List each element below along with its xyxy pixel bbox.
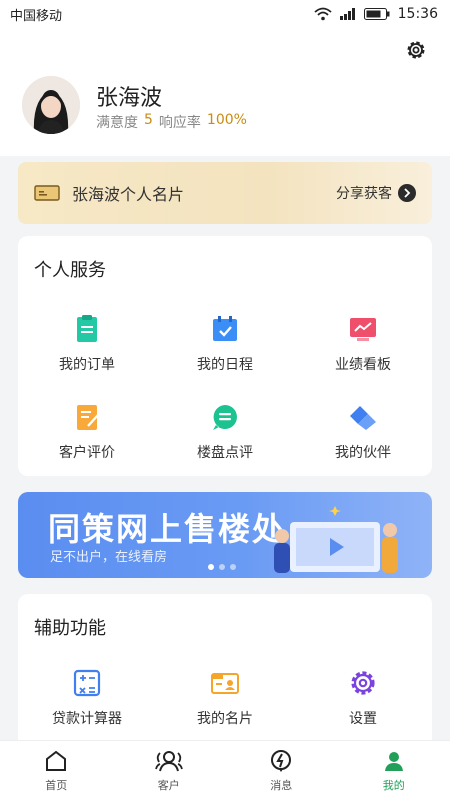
gear-icon[interactable] [404,38,428,62]
tools-panel: 辅助功能 贷款计算器 我的名片 设置 [18,594,432,754]
clock: 15:36 [397,6,438,22]
banner-subtitle: 足不出户，在线看房 [50,550,168,565]
service-label: 客户评价 [59,445,115,461]
tab-home[interactable]: 首页 [0,741,113,800]
tool-label: 我的名片 [197,711,253,727]
carousel-dot[interactable] [230,564,236,570]
calendar-icon [213,316,237,341]
share-label: 分享获客 [336,186,392,202]
service-my-orders[interactable]: 我的订单 [18,304,156,392]
chevron-right-icon[interactable] [398,184,416,202]
handshake-icon [350,406,376,430]
service-label: 我的伙伴 [335,445,391,461]
message-icon [271,749,292,772]
carousel-dot[interactable] [219,564,225,570]
status-bar: 中国移动 15:36 [0,0,450,28]
signal-icon [339,8,355,20]
tools-title: 辅助功能 [34,618,106,639]
service-customer-reviews[interactable]: 客户评价 [18,392,156,480]
carrier-label: 中国移动 [10,8,63,24]
home-icon [46,750,67,771]
tab-mine[interactable]: 我的 [338,741,450,800]
tab-label: 我的 [382,778,405,792]
service-label: 我的订单 [59,357,115,373]
banner-illustration [274,506,398,573]
tool-loan-calculator[interactable]: 贷款计算器 [18,658,156,746]
satisfaction-value: 5 [144,112,153,128]
tool-settings[interactable]: 设置 [294,658,432,746]
settings-icon [351,671,375,695]
service-my-schedule[interactable]: 我的日程 [156,304,294,392]
tool-my-card[interactable]: 我的名片 [156,658,294,746]
bottom-tab-bar: 首页 客户 消息 我的 [0,740,450,800]
status-icons: 15:36 [314,6,438,22]
services-panel: 个人服务 我的订单 我的日程 业绩看板 客户评价 楼盘点评 我的伙伴 [18,236,432,476]
profile-icon [384,751,403,771]
avatar[interactable] [22,76,80,134]
id-card-icon [211,673,239,694]
tab-label: 消息 [270,778,293,792]
tab-messages[interactable]: 消息 [225,741,338,800]
customers-icon [154,750,183,771]
business-card-banner[interactable]: 张海波个人名片 分享获客 [18,162,432,224]
services-title: 个人服务 [34,260,106,281]
carousel-dots [208,564,236,570]
comment-icon [213,405,237,430]
order-icon [77,315,97,342]
profile-header: 张海波 满意度 5 响应率 100% [0,28,450,156]
tab-label: 客户 [157,778,180,792]
response-value: 100% [206,112,247,128]
review-icon [77,405,99,430]
card-title: 张海波个人名片 [72,185,185,204]
wifi-icon [314,7,332,21]
service-my-partners[interactable]: 我的伙伴 [294,392,432,480]
response-label: 响应率 [158,115,201,131]
banner-title: 同策网上售楼处 [48,510,287,548]
user-stats: 满意度 5 响应率 100% [96,112,247,132]
service-performance-board[interactable]: 业绩看板 [294,304,432,392]
card-icon [34,185,60,201]
tool-label: 设置 [349,711,377,727]
user-name: 张海波 [96,86,163,111]
avatar-image [22,76,80,134]
tool-label: 贷款计算器 [52,711,122,727]
service-label: 楼盘点评 [197,445,253,461]
tab-customers[interactable]: 客户 [113,741,226,800]
battery-icon [363,8,390,20]
calculator-icon [73,669,101,697]
chart-board-icon [350,318,376,341]
service-label: 业绩看板 [335,357,391,373]
carousel-dot[interactable] [208,564,214,570]
service-label: 我的日程 [197,357,253,373]
service-property-reviews[interactable]: 楼盘点评 [156,392,294,480]
satisfaction-label: 满意度 [96,115,138,131]
tab-label: 首页 [45,778,68,792]
